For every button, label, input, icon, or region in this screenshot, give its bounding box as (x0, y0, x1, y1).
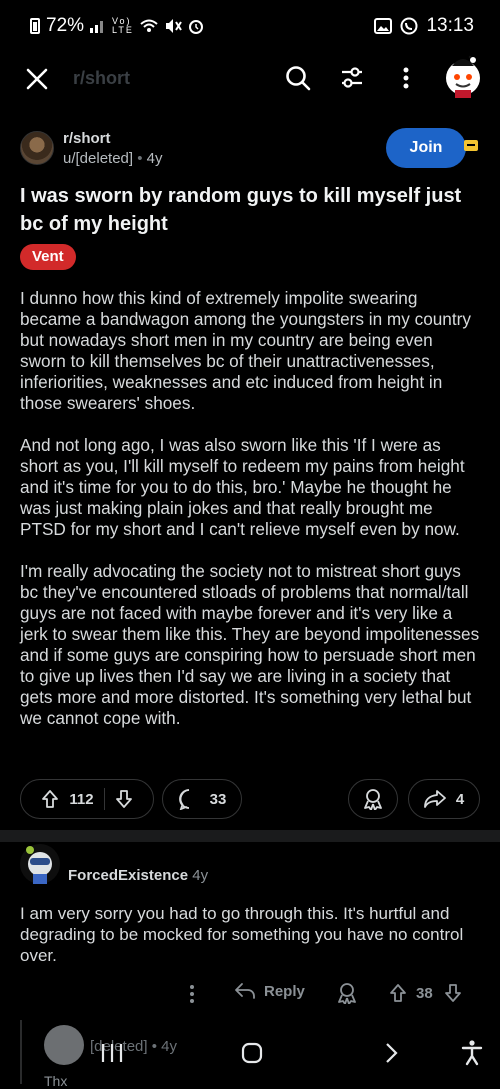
whatsapp-icon (400, 17, 418, 35)
reply-icon (235, 983, 255, 999)
home-icon[interactable] (241, 1042, 263, 1064)
status-left: 72% Vo) LTE (30, 15, 204, 37)
join-button[interactable]: Join (386, 128, 466, 168)
status-bar: 72% Vo) LTE 13:13 (0, 0, 500, 52)
post-age: 4y (146, 150, 163, 167)
gallery-icon (374, 18, 393, 34)
bookmark-icon[interactable] (464, 140, 478, 154)
post-body: I dunno how this kind of extremely impol… (20, 288, 482, 750)
post-flair[interactable]: Vent (20, 244, 76, 270)
comment-downvote-icon[interactable] (443, 983, 463, 1003)
award-icon (364, 789, 382, 810)
search-icon (286, 66, 311, 91)
comments-button[interactable]: 33 (162, 779, 242, 819)
vote-count: 112 (69, 790, 94, 808)
search-button[interactable] (282, 62, 314, 94)
vote-control: 112 (20, 779, 154, 819)
battery-level: 72% (46, 15, 85, 36)
post-title[interactable]: I was sworn by random guys to kill mysel… (20, 182, 485, 238)
back-icon[interactable] (384, 1042, 400, 1064)
share-icon (423, 790, 446, 808)
commenter-avatar[interactable] (20, 844, 60, 884)
recent-apps-icon[interactable] (100, 1042, 124, 1064)
comment-body: I am very sorry you had to go through th… (20, 904, 464, 965)
subreddit-name[interactable]: r/short (63, 130, 111, 147)
comment-icon (178, 789, 189, 810)
filter-button[interactable] (336, 62, 368, 94)
post-paragraph: I'm really advocating the society not to… (20, 561, 480, 728)
accessibility-icon[interactable] (461, 1040, 483, 1066)
comment-author[interactable]: ForcedExistence (68, 867, 188, 884)
award-button[interactable] (348, 779, 398, 819)
post-author[interactable]: u/[deleted] (63, 150, 133, 167)
downvote-icon[interactable] (115, 789, 133, 809)
app-bar: r/short (0, 52, 500, 108)
signal-icon (90, 21, 104, 33)
mute-icon (166, 19, 182, 33)
section-divider (0, 830, 500, 842)
close-button[interactable] (20, 62, 54, 96)
reply-label: Reply (264, 982, 305, 1000)
comment-count: 33 (209, 790, 227, 808)
comment-age: 4y (192, 867, 209, 884)
close-icon (26, 68, 48, 90)
wifi-icon (140, 19, 158, 32)
post-meta: u/[deleted] • 4y (63, 150, 163, 167)
alarm-icon (189, 20, 204, 34)
battery-icon (30, 18, 40, 34)
status-right: 13:13 (374, 15, 474, 37)
post-paragraph: And not long ago, I was also sworn like … (20, 435, 465, 539)
system-nav-bar (0, 1020, 500, 1084)
reply-button[interactable]: Reply (234, 982, 305, 1000)
comment-actions: Reply 38 (0, 982, 500, 1006)
comment-upvote-icon[interactable] (388, 983, 408, 1003)
comment-award-icon[interactable] (337, 982, 357, 1004)
share-button[interactable]: 4 (408, 779, 480, 819)
more-vertical-icon (403, 67, 409, 89)
subreddit-avatar[interactable] (20, 131, 54, 165)
comment-vote-count: 38 (416, 985, 433, 1002)
upvote-icon[interactable] (41, 789, 59, 809)
post-paragraph: I dunno how this kind of extremely impol… (20, 288, 471, 413)
user-avatar-button[interactable] (440, 52, 486, 98)
comment-meta: ForcedExistence 4y (68, 867, 208, 884)
clock: 13:13 (426, 15, 474, 36)
snoo-avatar-icon (446, 55, 480, 98)
sort-filter-icon (342, 67, 362, 88)
share-count: 4 (455, 790, 465, 808)
network-type: Vo) LTE (112, 16, 134, 35)
more-options-button[interactable] (394, 62, 418, 94)
app-bar-subreddit: r/short (73, 68, 131, 88)
comment-more-icon[interactable] (189, 984, 195, 1004)
